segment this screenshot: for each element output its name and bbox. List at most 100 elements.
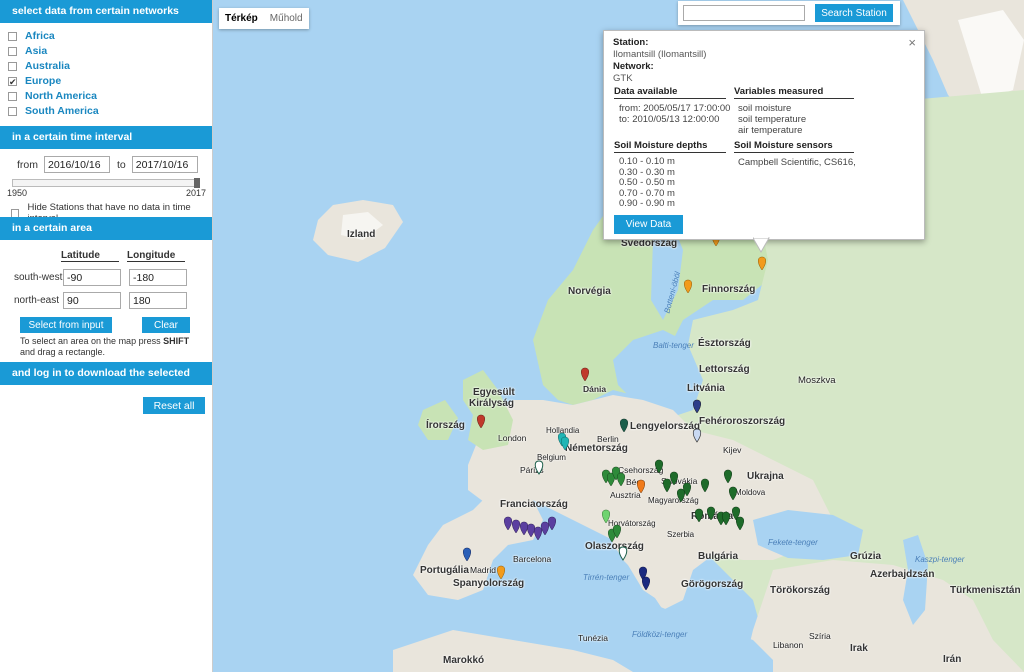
hint-text-2: and drag a rectangle.	[20, 347, 106, 357]
from-date: from: 2005/05/17 17:00:00	[619, 103, 731, 114]
ne-longitude-input[interactable]	[129, 292, 187, 309]
network-label[interactable]: Australia	[25, 59, 70, 74]
networks-header: select data from certain networks	[0, 0, 212, 23]
variable-item: soil moisture	[738, 103, 792, 114]
station-marker[interactable]	[700, 478, 710, 493]
south-america-checkbox[interactable]	[8, 107, 17, 116]
network-item-south-america[interactable]: South America	[8, 104, 212, 119]
africa-checkbox[interactable]	[8, 32, 17, 41]
slider-min-label: 1950	[7, 188, 28, 198]
station-marker[interactable]	[601, 509, 611, 524]
station-marker[interactable]	[534, 460, 544, 475]
station-marker[interactable]	[757, 256, 767, 271]
slider-handle[interactable]	[194, 178, 200, 188]
station-marker[interactable]	[676, 488, 686, 503]
station-marker[interactable]	[662, 478, 672, 493]
ne-latitude-input[interactable]	[63, 292, 121, 309]
station-marker[interactable]	[706, 506, 716, 521]
sw-latitude-input[interactable]	[63, 269, 121, 286]
depth-item: 0.90 - 0.90 m	[619, 198, 675, 209]
clear-button[interactable]: Clear	[142, 317, 190, 333]
popup-pointer	[753, 236, 770, 254]
area-filter: Latitude Longitude south-west north-east…	[0, 240, 212, 360]
station-marker[interactable]	[641, 576, 651, 591]
to-date: to: 2010/05/13 12:00:00	[619, 114, 720, 125]
map-canvas[interactable]: Térkép Műhold Search Station Izland Svéd…	[213, 0, 1024, 672]
network-label[interactable]: Europe	[25, 74, 61, 89]
station-marker[interactable]	[547, 516, 557, 531]
network-label[interactable]: Africa	[25, 29, 55, 44]
station-marker[interactable]	[692, 428, 702, 443]
station-details: Station: Ilomantsill (Ilomantsill) Netwo…	[613, 37, 706, 85]
station-value: Ilomantsill (Ilomantsill)	[613, 49, 707, 60]
station-marker[interactable]	[692, 399, 702, 414]
station-marker[interactable]	[580, 367, 590, 382]
station-marker[interactable]	[669, 471, 679, 486]
latitude-header: Latitude	[61, 250, 119, 262]
station-info-popup: × Station: Ilomantsill (Ilomantsill) Net…	[603, 30, 925, 240]
variables-list: soil moisture soil temperature air tempe…	[738, 103, 806, 136]
asia-checkbox[interactable]	[8, 47, 17, 56]
selection-hint: To select an area on the map press SHIFT…	[20, 336, 200, 358]
variable-item: soil temperature	[738, 114, 807, 125]
station-marker[interactable]	[654, 459, 664, 474]
station-marker[interactable]	[619, 418, 629, 433]
sensor-value: Campbell Scientific, CS616,	[738, 157, 856, 168]
hint-text: To select an area on the map press	[20, 336, 164, 346]
network-label: Network:	[613, 61, 654, 72]
select-from-input-button[interactable]: Select from input	[20, 317, 112, 333]
station-marker[interactable]	[618, 546, 628, 561]
north-america-checkbox[interactable]	[8, 92, 17, 101]
station-marker[interactable]	[503, 516, 513, 531]
station-marker[interactable]	[526, 523, 536, 538]
network-value: GTK	[613, 73, 633, 84]
network-item-asia[interactable]: Asia	[8, 44, 212, 59]
australia-checkbox[interactable]	[8, 62, 17, 71]
station-marker[interactable]	[728, 486, 738, 501]
network-item-africa[interactable]: Africa	[8, 29, 212, 44]
sw-longitude-input[interactable]	[129, 269, 187, 286]
network-label[interactable]: Asia	[25, 44, 47, 59]
station-marker[interactable]	[636, 479, 646, 494]
soil-sensors-header: Soil Moisture sensors	[734, 140, 854, 153]
station-marker[interactable]	[616, 472, 626, 487]
station-marker[interactable]	[496, 565, 506, 580]
station-marker[interactable]	[540, 521, 550, 536]
time-header: in a certain time interval	[0, 126, 212, 149]
station-marker[interactable]	[723, 469, 733, 484]
depths-list: 0.10 - 0.10 m 0.30 - 0.30 m 0.50 - 0.50 …	[619, 156, 675, 210]
south-west-label: south-west	[14, 272, 63, 283]
network-label[interactable]: North America	[25, 89, 97, 104]
slider-max-label: 2017	[186, 188, 207, 198]
network-item-north-america[interactable]: North America	[8, 89, 212, 104]
depth-item: 0.50 - 0.50 m	[619, 177, 675, 188]
view-data-button[interactable]: View Data	[614, 215, 683, 234]
from-label: from	[17, 158, 38, 171]
station-marker[interactable]	[694, 508, 704, 523]
station-marker[interactable]	[519, 521, 529, 536]
filter-sidebar: select data from certain networks Africa…	[0, 0, 213, 672]
close-icon[interactable]: ×	[908, 35, 916, 50]
europe-checkbox[interactable]: ✔	[8, 77, 17, 87]
station-marker[interactable]	[462, 547, 472, 562]
station-marker[interactable]	[683, 279, 693, 294]
network-label[interactable]: South America	[25, 104, 99, 119]
to-date-input[interactable]	[131, 156, 198, 173]
network-item-australia[interactable]: Australia	[8, 59, 212, 74]
station-marker[interactable]	[560, 436, 570, 451]
reset-all-button[interactable]: Reset all	[143, 397, 205, 414]
station-marker[interactable]	[735, 516, 745, 531]
area-header: in a certain area	[0, 217, 212, 240]
north-east-label: north-east	[14, 295, 60, 306]
variable-item: air temperature	[738, 125, 803, 136]
from-date-input[interactable]	[44, 156, 110, 173]
station-marker[interactable]	[533, 526, 543, 541]
station-marker[interactable]	[721, 511, 731, 526]
data-available-header: Data available	[614, 86, 726, 99]
station-marker[interactable]	[511, 519, 521, 534]
longitude-header: Longitude	[127, 250, 185, 262]
time-slider[interactable]	[12, 178, 200, 188]
to-label: to	[117, 158, 126, 171]
network-item-europe[interactable]: ✔ Europe	[8, 74, 212, 89]
station-marker[interactable]	[476, 414, 486, 429]
